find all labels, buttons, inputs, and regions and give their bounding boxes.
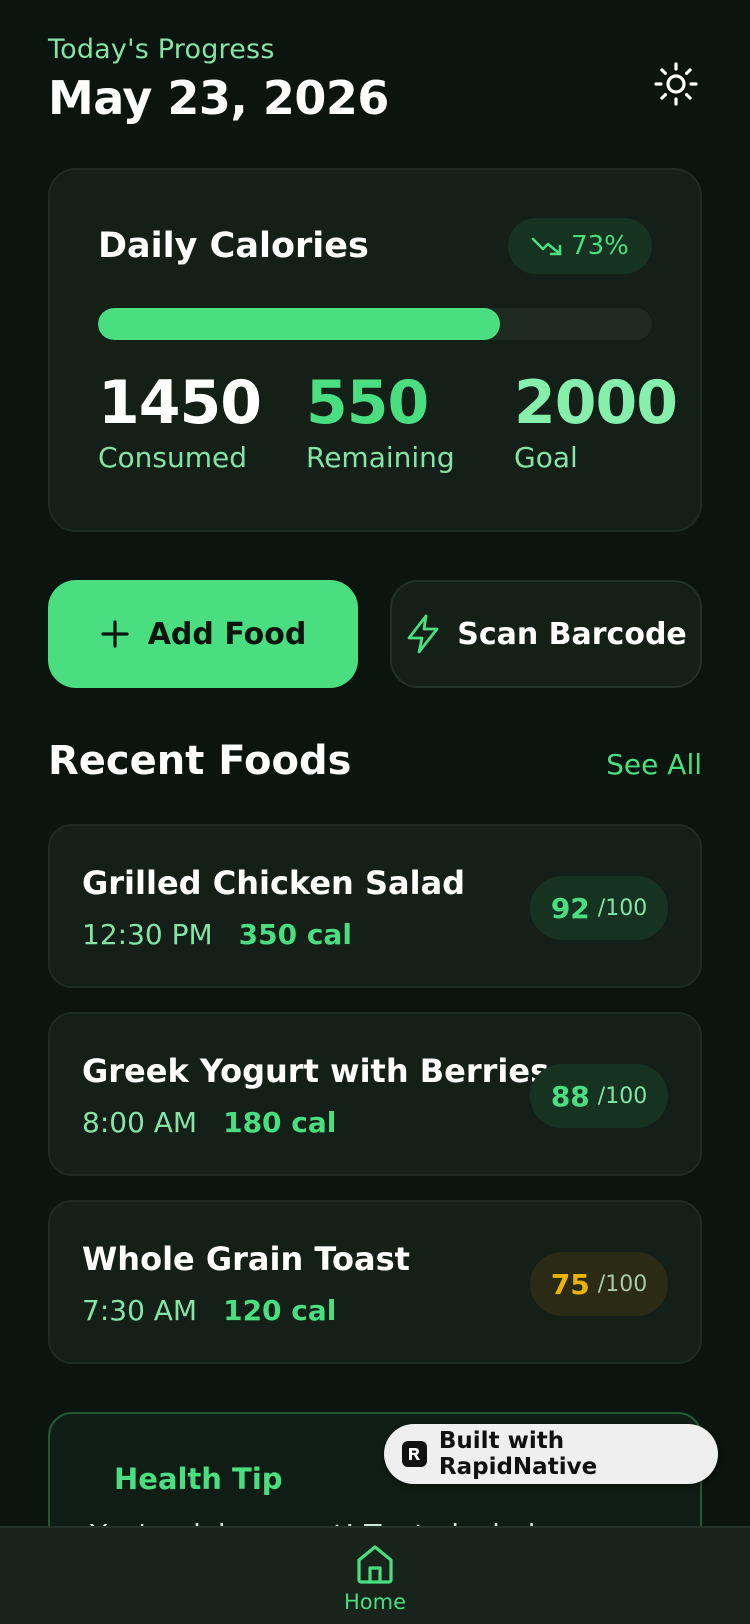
food-calories: 180 cal — [223, 1106, 337, 1139]
food-name: Greek Yogurt with Berries — [82, 1052, 550, 1090]
food-name: Grilled Chicken Salad — [82, 864, 466, 902]
rapidnative-logo-icon — [402, 1441, 427, 1467]
lightning-icon — [407, 614, 439, 654]
goal-label: Goal — [514, 441, 578, 474]
trending-down-icon — [531, 237, 562, 256]
consumed-value: 1450 — [98, 368, 262, 438]
food-item[interactable]: Greek Yogurt with Berries 8:00 AM 180 ca… — [48, 1012, 702, 1176]
goal-value: 2000 — [514, 368, 678, 438]
page-subtitle: Today's Progress — [48, 34, 275, 65]
calorie-progress-bar — [98, 308, 652, 340]
consumed-stat: 1450 Consumed — [98, 368, 262, 475]
health-score-max: /100 — [597, 1083, 648, 1109]
health-score-badge: 92 /100 — [530, 876, 668, 940]
food-meta: 8:00 AM 180 cal — [82, 1106, 336, 1139]
food-meta: 7:30 AM 120 cal — [82, 1294, 336, 1327]
food-calories: 120 cal — [223, 1294, 337, 1327]
remaining-value: 550 — [306, 368, 429, 438]
add-food-label: Add Food — [147, 616, 307, 652]
food-time: 8:00 AM — [82, 1106, 198, 1139]
see-all-link[interactable]: See All — [606, 748, 702, 781]
goal-stat: 2000 Goal — [514, 368, 678, 475]
calories-title: Daily Calories — [98, 226, 369, 266]
health-score-badge: 88 /100 — [530, 1064, 668, 1128]
plus-icon — [101, 620, 129, 648]
food-calories: 350 cal — [238, 918, 352, 951]
recent-foods-title: Recent Foods — [48, 738, 352, 784]
health-score-badge: 75 /100 — [530, 1252, 668, 1316]
food-time: 7:30 AM — [82, 1294, 198, 1327]
calorie-progress-fill — [98, 308, 500, 340]
add-food-button[interactable]: Add Food — [48, 580, 358, 688]
bottom-tab-bar: Home — [0, 1526, 750, 1624]
trend-badge: 73% — [508, 218, 652, 274]
sun-icon — [654, 62, 698, 106]
page-title: May 23, 2026 — [48, 71, 389, 125]
health-score: 88 — [550, 1079, 590, 1113]
built-with-label: Built with RapidNative — [438, 1428, 598, 1480]
scan-barcode-button[interactable]: Scan Barcode — [390, 580, 702, 688]
remaining-label: Remaining — [306, 441, 455, 474]
food-meta: 12:30 PM 350 cal — [82, 918, 352, 951]
health-score: 75 — [550, 1267, 590, 1301]
remaining-stat: 550 Remaining — [306, 368, 455, 475]
trend-label: 73% — [571, 231, 629, 261]
food-item[interactable]: Grilled Chicken Salad 12:30 PM 350 cal 9… — [48, 824, 702, 988]
tab-home[interactable]: Home — [330, 1542, 420, 1614]
tab-home-label: Home — [343, 1590, 406, 1614]
home-icon — [357, 1545, 393, 1584]
built-with-badge[interactable]: Built with RapidNative — [384, 1424, 718, 1484]
header: Today's Progress May 23, 2026 — [48, 34, 702, 134]
food-item[interactable]: Whole Grain Toast 7:30 AM 120 cal 75 /10… — [48, 1200, 702, 1364]
health-score-max: /100 — [597, 1271, 648, 1297]
consumed-label: Consumed — [98, 441, 248, 474]
scan-barcode-label: Scan Barcode — [457, 616, 687, 652]
daily-calories-card: Daily Calories 73% 1450 Consumed 550 Rem… — [48, 168, 702, 532]
food-time: 12:30 PM — [82, 918, 213, 951]
health-tip-title: Health Tip — [114, 1462, 283, 1496]
theme-toggle-button[interactable] — [652, 60, 700, 108]
health-score: 92 — [550, 891, 590, 925]
health-score-max: /100 — [597, 895, 648, 921]
food-name: Whole Grain Toast — [82, 1240, 410, 1278]
